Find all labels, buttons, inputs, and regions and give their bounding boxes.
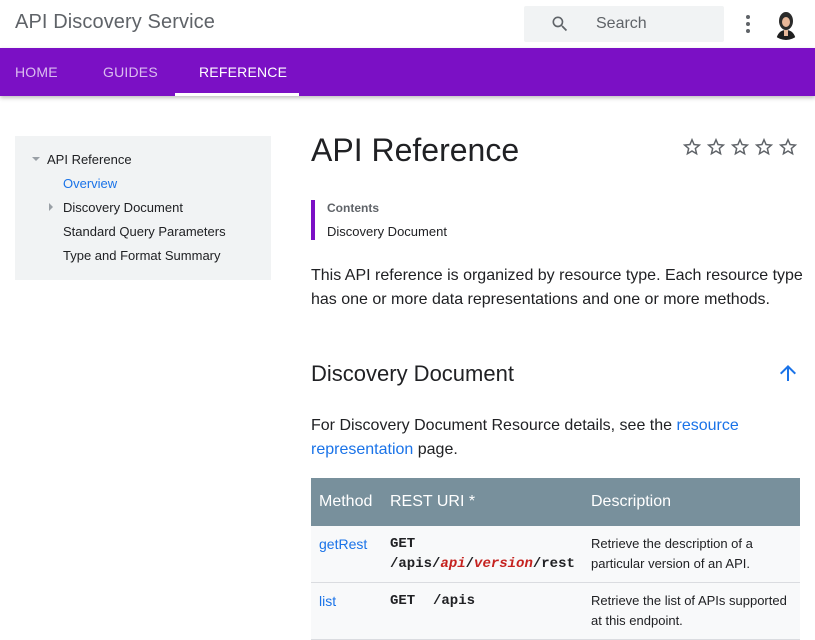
active-tab-indicator (175, 93, 299, 96)
toc-link-discovery-document[interactable]: Discovery Document (327, 224, 447, 239)
star-icon[interactable] (681, 136, 703, 158)
top-header: API Discovery Service Search (0, 0, 815, 48)
table-row: list GET /apis Retrieve the list of APIs… (311, 583, 800, 640)
collapse-arrow-icon[interactable] (32, 157, 40, 161)
tab-guides[interactable]: GUIDES (103, 48, 158, 96)
sidebar-item-type-and-format-summary[interactable]: Type and Format Summary (63, 248, 221, 263)
uri-variable: version (474, 556, 533, 572)
section-paragraph-suffix: page. (413, 441, 458, 458)
sidebar-item-api-reference[interactable]: API Reference (47, 152, 132, 167)
http-verb: GET (390, 593, 416, 609)
http-verb: GET (390, 536, 416, 552)
method-description: Retrieve the description of a particular… (591, 536, 753, 571)
method-link-list[interactable]: list (319, 591, 336, 611)
site-title[interactable]: API Discovery Service (15, 11, 215, 34)
star-icon[interactable] (753, 136, 775, 158)
star-icon[interactable] (705, 136, 727, 158)
section-paragraph-text: For Discovery Document Resource details,… (311, 417, 677, 434)
tab-reference[interactable]: REFERENCE (199, 48, 287, 96)
avatar[interactable] (770, 8, 802, 40)
uri-segment: /rest (532, 556, 575, 572)
method-description: Retrieve the list of APIs supported at t… (591, 593, 787, 628)
tab-home[interactable]: HOME (15, 48, 58, 96)
table-header: Method REST URI * Description (311, 478, 800, 526)
sidebar: API Reference Overview Discovery Documen… (15, 136, 271, 280)
uri-segment: /apis/ (390, 556, 441, 572)
table-of-contents: Contents Discovery Document (311, 200, 611, 240)
section-paragraph: For Discovery Document Resource details,… (311, 414, 811, 462)
star-icon[interactable] (777, 136, 799, 158)
star-icon[interactable] (729, 136, 751, 158)
avatar-image (770, 8, 802, 40)
sidebar-item-overview[interactable]: Overview (63, 176, 117, 191)
expand-arrow-icon[interactable] (49, 203, 53, 211)
rest-uri: /apis/api/version/rest (390, 554, 575, 574)
uri-segment: / (465, 556, 475, 572)
primary-nav: HOME GUIDES REFERENCE (0, 48, 815, 96)
toc-title: Contents (327, 201, 379, 215)
table-row: getRest GET /apis/api/version/rest Retri… (311, 526, 800, 583)
search-input[interactable]: Search (596, 15, 647, 33)
method-link-getrest[interactable]: getRest (319, 534, 367, 554)
more-options-icon[interactable] (738, 12, 758, 36)
intro-paragraph: This API reference is organized by resou… (311, 267, 803, 308)
column-header-description: Description (591, 493, 672, 510)
column-header-method: Method (319, 493, 373, 510)
search-box[interactable]: Search (524, 6, 724, 42)
uri-variable: api (440, 556, 466, 572)
search-icon[interactable] (550, 14, 570, 34)
page-title: API Reference (311, 132, 520, 168)
arrow-up-icon[interactable] (776, 361, 800, 385)
section-heading: Discovery Document (311, 361, 514, 386)
column-header-rest-uri: REST URI * (390, 493, 476, 510)
sidebar-item-discovery-document[interactable]: Discovery Document (63, 200, 183, 215)
sidebar-item-standard-query-parameters[interactable]: Standard Query Parameters (63, 224, 226, 239)
rest-uri: /apis (433, 593, 476, 609)
